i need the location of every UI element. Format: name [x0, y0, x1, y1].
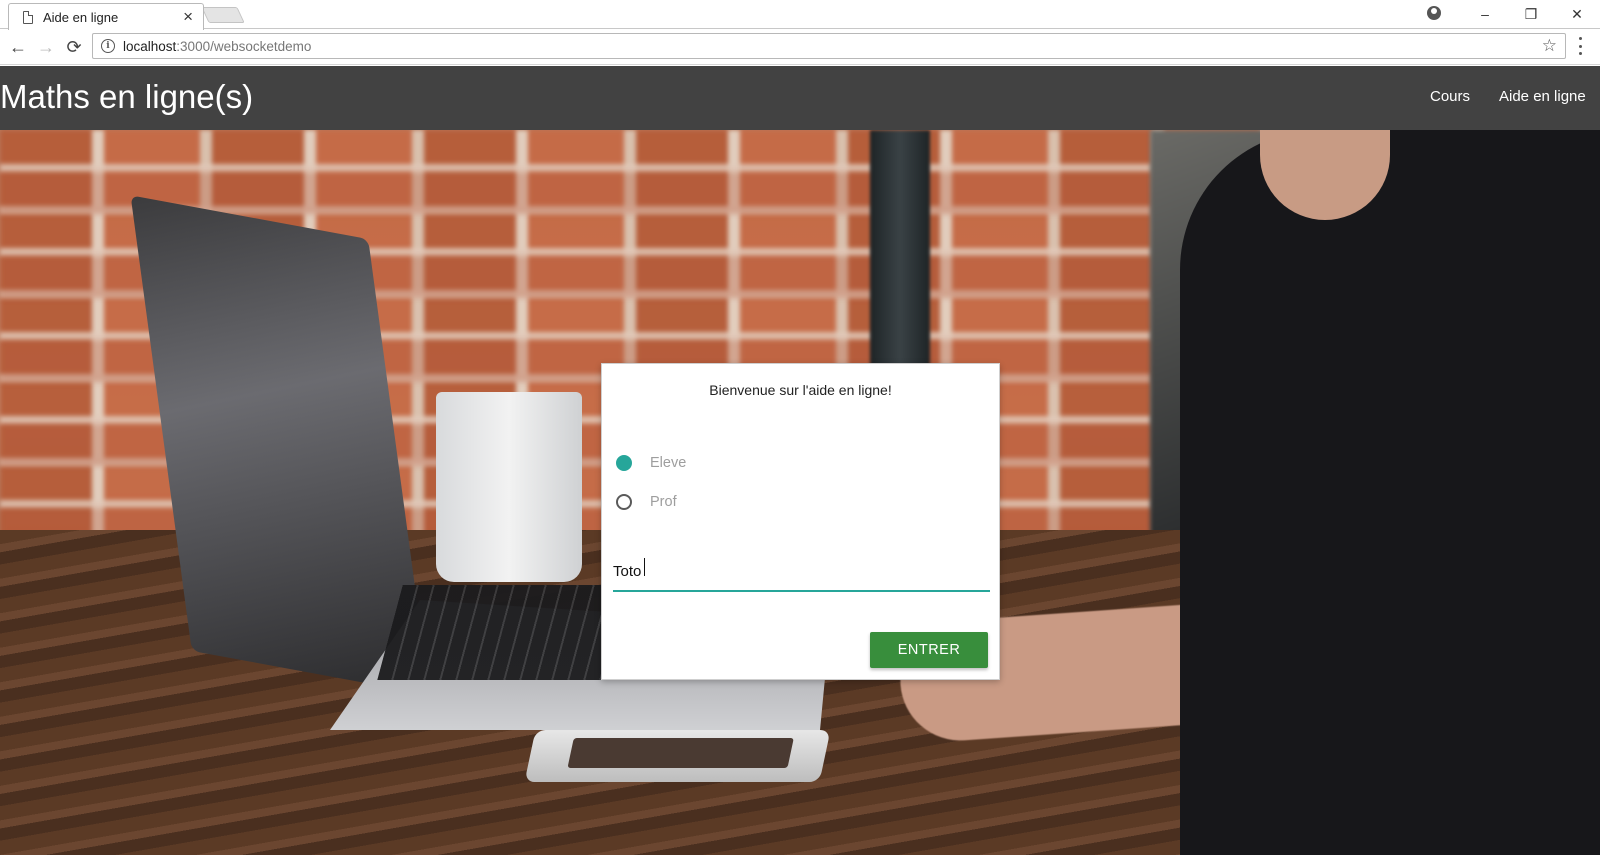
brand-logo[interactable]: Maths en ligne(s) [0, 78, 253, 116]
profile-icon[interactable] [1427, 6, 1441, 20]
tab-title: Aide en ligne [43, 9, 119, 25]
back-button[interactable]: ← [6, 35, 30, 59]
page: Maths en ligne(s) Cours Aide en ligne Bi… [0, 66, 1600, 855]
browser-toolbar: ← → ⟳ i localhost:3000/websocketdemo ☆ [0, 29, 1600, 65]
page-icon [23, 10, 33, 24]
reload-button[interactable]: ⟳ [62, 35, 86, 59]
browser-tabstrip: Aide en ligne × – ❐ ✕ [0, 0, 1600, 30]
radio-label-prof[interactable]: Prof [650, 494, 677, 510]
minimize-button[interactable]: – [1462, 0, 1508, 28]
browser-menu-icon[interactable] [1578, 37, 1582, 55]
close-window-button[interactable]: ✕ [1554, 0, 1600, 28]
browser-tab-active[interactable]: Aide en ligne × [8, 3, 204, 30]
bookmark-star-icon[interactable]: ☆ [1542, 36, 1557, 56]
radio-prof[interactable] [616, 494, 632, 510]
site-info-icon[interactable]: i [101, 39, 115, 53]
name-input[interactable] [613, 546, 990, 592]
address-bar[interactable]: i localhost:3000/websocketdemo ☆ [92, 33, 1566, 59]
restore-button[interactable]: ❐ [1508, 0, 1554, 28]
text-caret [644, 558, 645, 576]
tab-close-icon[interactable]: × [183, 8, 193, 25]
forward-button[interactable]: → [34, 35, 58, 59]
enter-button[interactable]: ENTRER [870, 632, 988, 668]
login-card: Bienvenue sur l'aide en ligne! Eleve Pro… [601, 363, 1000, 680]
radio-label-eleve[interactable]: Eleve [650, 455, 686, 471]
new-tab-button[interactable] [201, 7, 245, 23]
welcome-title: Bienvenue sur l'aide en ligne! [709, 382, 892, 398]
nav-link-aide-en-ligne[interactable]: Aide en ligne [1499, 88, 1586, 105]
nav-link-cours[interactable]: Cours [1430, 88, 1470, 105]
url-text: localhost:3000/websocketdemo [123, 38, 312, 54]
role-option-eleve[interactable]: Eleve [616, 455, 686, 471]
app-navbar: Maths en ligne(s) Cours Aide en ligne [0, 66, 1600, 130]
radio-eleve[interactable] [616, 455, 632, 471]
role-option-prof[interactable]: Prof [616, 494, 677, 510]
